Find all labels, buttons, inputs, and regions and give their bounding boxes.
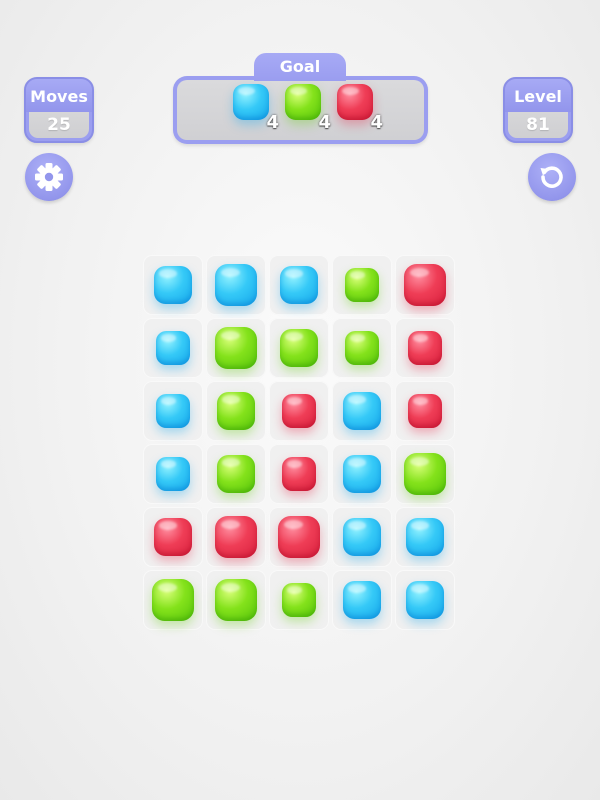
board-cell[interactable] [395,255,455,315]
jelly-green-icon [282,583,316,617]
board-cell[interactable] [332,507,392,567]
level-indicator: Level 81 [503,77,573,143]
jelly-green-icon [217,392,255,430]
jelly-green-icon [404,453,446,495]
board-cell[interactable] [395,507,455,567]
board-cell[interactable] [206,507,266,567]
jelly-green-icon [215,579,257,621]
gear-icon [35,163,63,191]
jelly-red-icon [278,516,320,558]
jelly-red-icon [282,394,316,428]
board-cell[interactable] [143,255,203,315]
jelly-green-icon [152,579,194,621]
board-cell[interactable] [206,381,266,441]
level-value: 81 [508,112,568,138]
board-cell[interactable] [395,570,455,630]
goal-jelly-blue-icon [233,84,269,120]
jelly-green-icon [280,329,318,367]
jelly-red-icon [154,518,192,556]
level-label: Level [505,79,571,112]
restart-icon [540,166,563,188]
jelly-green-icon [215,327,257,369]
board-cell[interactable] [332,318,392,378]
goal-label: Goal [254,53,346,81]
board-cell[interactable] [206,318,266,378]
jelly-blue-icon [406,518,444,556]
board-cell[interactable] [395,444,455,504]
board-cell[interactable] [332,255,392,315]
jelly-red-icon [408,331,442,365]
board-cell[interactable] [269,507,329,567]
goal-jelly-red-icon [337,84,373,120]
jelly-green-icon [345,268,379,302]
jelly-blue-icon [154,266,192,304]
board-cell[interactable] [269,444,329,504]
jelly-green-icon [345,331,379,365]
jelly-red-icon [282,457,316,491]
board-cell[interactable] [143,318,203,378]
jelly-blue-icon [156,394,190,428]
goal-count-red: 4 [370,112,383,133]
moves-counter: Moves 25 [24,77,94,143]
goal-count-blue: 4 [266,112,279,133]
goal-item-green: 4 [283,83,331,133]
board-cell[interactable] [395,318,455,378]
goal-item-red: 4 [335,83,383,133]
goal-count-green: 4 [318,112,331,133]
board-cell[interactable] [143,444,203,504]
jelly-blue-icon [343,518,381,556]
board-cell[interactable] [269,255,329,315]
board-cell[interactable] [269,570,329,630]
jelly-blue-icon [215,264,257,306]
jelly-blue-icon [156,331,190,365]
board-cell[interactable] [332,570,392,630]
board-cell[interactable] [206,255,266,315]
jelly-blue-icon [280,266,318,304]
jelly-blue-icon [406,581,444,619]
board-cell[interactable] [269,381,329,441]
goal-panel: 4 4 4 [173,76,428,144]
board-cell[interactable] [143,381,203,441]
jelly-red-icon [215,516,257,558]
jelly-blue-icon [343,455,381,493]
jelly-blue-icon [343,392,381,430]
board-cell[interactable] [143,570,203,630]
jelly-green-icon [217,455,255,493]
settings-button[interactable] [25,153,73,201]
goal-item-blue: 4 [231,83,279,133]
goal-jelly-green-icon [285,84,321,120]
jelly-blue-icon [343,581,381,619]
jelly-red-icon [404,264,446,306]
moves-label: Moves [26,79,92,112]
board-cell[interactable] [395,381,455,441]
board-cell[interactable] [332,444,392,504]
board-cell[interactable] [332,381,392,441]
restart-button[interactable] [528,153,576,201]
game-board [140,252,460,632]
board-cell[interactable] [206,570,266,630]
moves-value: 25 [29,112,89,138]
goal-items: 4 4 4 [177,80,424,140]
jelly-red-icon [408,394,442,428]
jelly-blue-icon [156,457,190,491]
board-cell[interactable] [143,507,203,567]
board-cell[interactable] [269,318,329,378]
board-cell[interactable] [206,444,266,504]
